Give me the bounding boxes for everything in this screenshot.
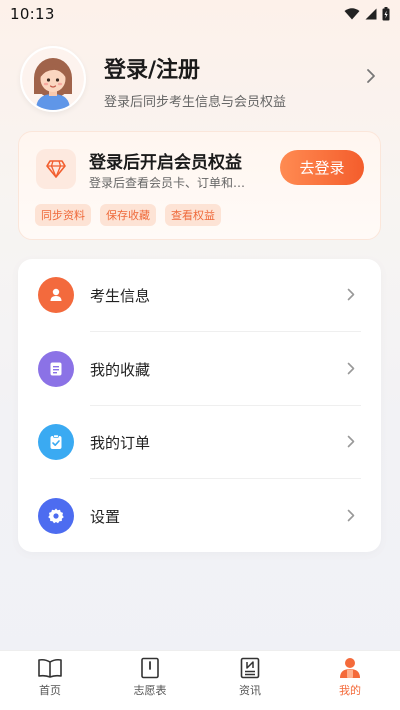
status-icons	[344, 7, 390, 21]
tab-mine[interactable]: 我的	[300, 651, 400, 710]
vip-subtitle: 登录后查看会员卡、订单和…	[89, 176, 246, 190]
menu-label-favorites: 我的收藏	[90, 361, 151, 379]
avatar[interactable]	[20, 46, 86, 112]
tab-news[interactable]: 资讯	[200, 651, 300, 710]
status-time: 10:13	[10, 5, 55, 23]
menu-item-orders[interactable]: 我的订单	[18, 406, 381, 478]
tag-view-benefits[interactable]: 查看权益	[165, 204, 221, 226]
wifi-icon	[344, 8, 360, 20]
form-icon	[141, 657, 159, 679]
menu-card: 考生信息 我的收藏 我的订单 设置	[18, 259, 381, 552]
tab-label-mine: 我的	[339, 684, 361, 697]
news-icon	[240, 657, 260, 679]
bottom-tab-bar: 首页 志愿表 资讯 我的	[0, 650, 400, 710]
profile-title[interactable]: 登录/注册	[104, 52, 200, 84]
profile-subtitle: 登录后同步考生信息与会员权益	[104, 95, 287, 110]
menu-label-candidate-info: 考生信息	[90, 287, 151, 305]
vip-benefits-card: 登录后开启会员权益 登录后查看会员卡、订单和… 去登录 同步资料 保存收藏 查看…	[18, 131, 381, 240]
menu-divider	[90, 478, 361, 479]
chevron-right-icon[interactable]	[366, 68, 376, 84]
gear-icon	[38, 498, 74, 534]
login-button[interactable]: 去登录	[280, 150, 364, 185]
benefit-tags: 同步资料 保存收藏 查看权益	[35, 204, 221, 226]
menu-label-orders: 我的订单	[90, 434, 151, 452]
menu-divider	[90, 331, 361, 332]
tab-label-volunteer-form: 志愿表	[133, 684, 167, 697]
battery-icon	[382, 7, 390, 21]
menu-item-candidate-info[interactable]: 考生信息	[18, 259, 381, 331]
status-bar: 10:13	[0, 0, 400, 28]
menu-item-settings[interactable]: 设置	[18, 480, 381, 552]
tab-label-news: 资讯	[239, 684, 261, 697]
tab-volunteer-form[interactable]: 志愿表	[100, 651, 200, 710]
chevron-right-icon	[347, 362, 355, 375]
tab-home[interactable]: 首页	[0, 651, 100, 710]
tab-label-home: 首页	[39, 684, 61, 697]
cellular-signal-icon	[365, 8, 377, 20]
menu-item-favorites[interactable]: 我的收藏	[18, 333, 381, 405]
diamond-icon	[46, 160, 66, 178]
avatar-girl-icon	[22, 48, 84, 110]
menu-label-settings: 设置	[90, 508, 121, 526]
person-icon	[340, 658, 360, 678]
vip-icon-box	[36, 149, 76, 189]
chevron-right-icon	[347, 509, 355, 522]
chevron-right-icon	[347, 288, 355, 301]
profile-header[interactable]: 登录/注册 登录后同步考生信息与会员权益	[18, 46, 382, 116]
clipboard-check-icon	[38, 424, 74, 460]
note-icon	[38, 351, 74, 387]
tag-save-favorites[interactable]: 保存收藏	[100, 204, 156, 226]
tag-sync-profile[interactable]: 同步资料	[35, 204, 91, 226]
book-icon	[38, 658, 62, 678]
vip-title: 登录后开启会员权益	[89, 153, 242, 173]
chevron-right-icon	[347, 435, 355, 448]
user-icon	[38, 277, 74, 313]
